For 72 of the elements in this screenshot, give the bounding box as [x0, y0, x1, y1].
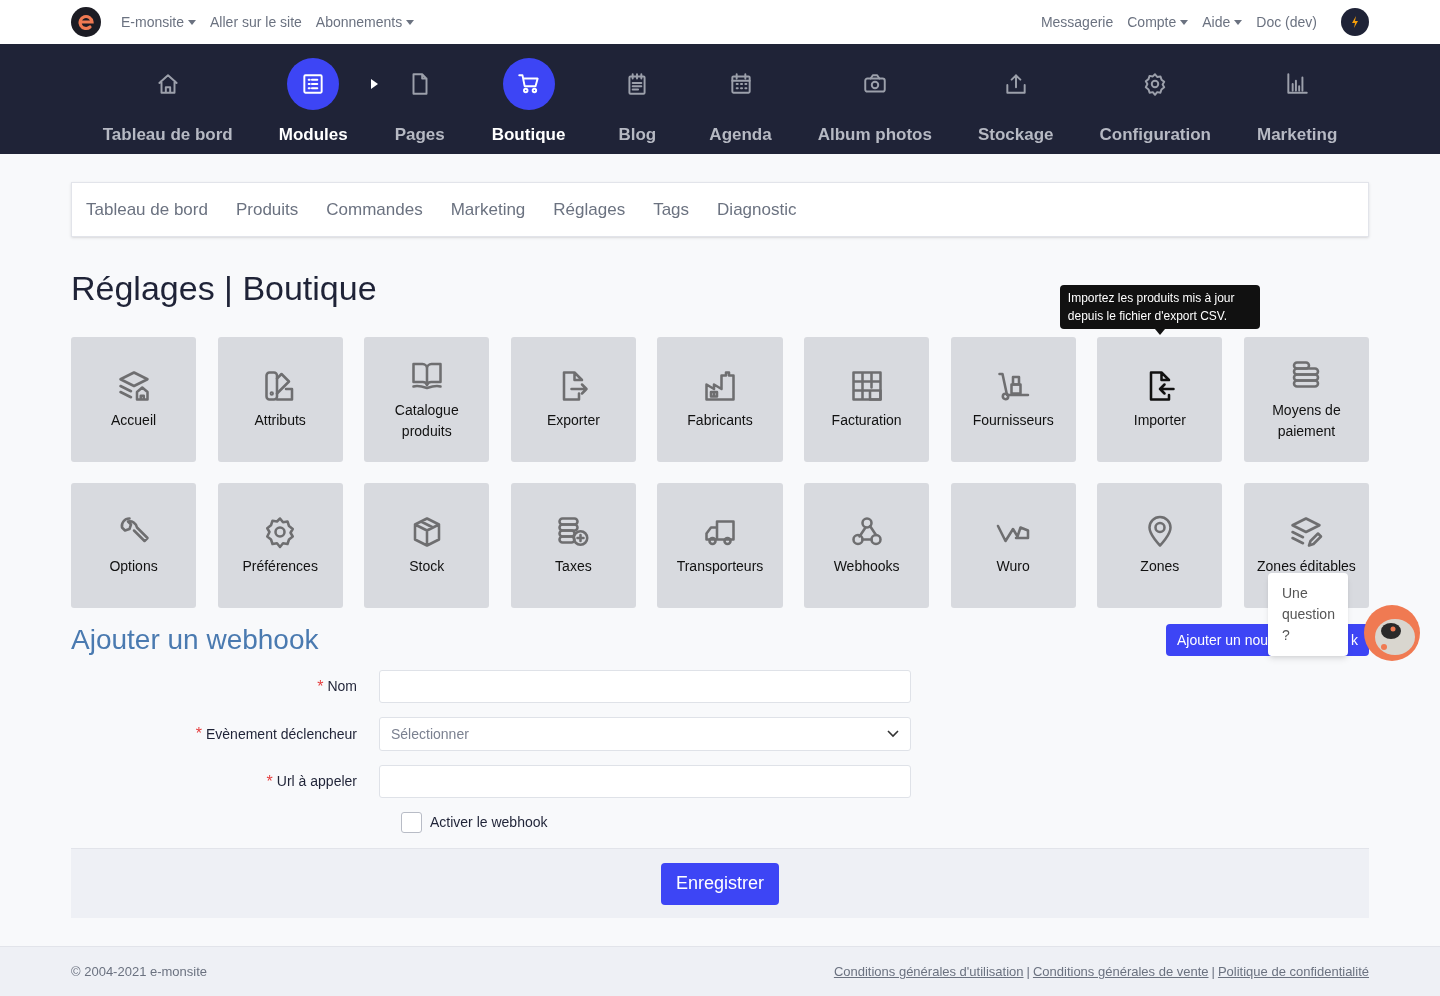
tooltip: Importez les produits mis à jour depuis le fichier d'export CSV.	[1059, 285, 1260, 329]
nav-link[interactable]: Aller sur le site	[210, 11, 302, 33]
field-label: Url à appeler	[276, 772, 357, 791]
chat-tooltip[interactable]: Une question ?	[1268, 573, 1348, 656]
sub-tab[interactable]: Tableau de bord	[86, 196, 208, 223]
checkbox-label: Activer le webhook	[430, 813, 548, 832]
sub-tab[interactable]: Commandes	[326, 196, 423, 223]
nav-link[interactable]: E-monsite	[121, 11, 197, 33]
main-nav-item[interactable]: Album photos	[817, 58, 932, 148]
main-nav-item[interactable]: Tableau de bord	[102, 58, 233, 148]
select-field[interactable]: Sélectionner	[379, 717, 911, 751]
nav-link[interactable]: Messagerie	[1040, 11, 1114, 33]
settings-tile[interactable]: Zones	[1097, 483, 1223, 608]
chevron-down-icon	[887, 730, 899, 738]
main-nav-item[interactable]: Marketing	[1257, 58, 1338, 148]
nav-link[interactable]: Abonnements	[315, 11, 415, 33]
field-label: Evènement déclencheur	[206, 724, 357, 744]
sub-tab[interactable]: Produits	[235, 196, 299, 223]
user-avatar[interactable]	[1341, 8, 1369, 36]
settings-tile[interactable]: Taxes	[510, 483, 636, 608]
required-mark: *	[195, 724, 202, 744]
main-nav-item[interactable]: Configuration	[1099, 58, 1211, 148]
settings-tile[interactable]: Exporter	[510, 337, 636, 462]
layers-pencil-icon	[1288, 514, 1325, 550]
nav-link[interactable]: Compte	[1127, 11, 1189, 33]
footer-link[interactable]: Politique de confidentialité	[1217, 961, 1369, 982]
settings-tile[interactable]: Webhooks	[804, 483, 930, 608]
separator-text: |	[1211, 962, 1215, 981]
main-nav-item[interactable]: Stockage	[977, 58, 1054, 148]
main-nav-item[interactable]: Agenda	[709, 58, 772, 148]
save-button[interactable]: Enregistrer	[661, 862, 779, 905]
settings-tile[interactable]: Wuro	[950, 483, 1076, 608]
settings-tile[interactable]: Transporteurs	[657, 483, 783, 608]
settings-tile[interactable]: Attributs	[217, 337, 343, 462]
main-nav-item[interactable]: Modules	[278, 58, 348, 148]
required-mark: *	[266, 771, 273, 792]
settings-tile[interactable]: Accueil	[71, 337, 197, 462]
copyright-text: © 2004-2021 e-monsite	[71, 962, 208, 981]
settings-tile[interactable]: Préférences	[217, 483, 343, 608]
main-nav-item[interactable]: Boutique	[491, 58, 566, 148]
sub-tab[interactable]: Réglages	[553, 196, 626, 223]
settings-tile[interactable]: Fabricants	[657, 337, 783, 462]
bar-chart-icon	[1284, 71, 1311, 97]
text-field[interactable]	[379, 765, 911, 798]
factory-icon	[702, 368, 738, 404]
settings-tile[interactable]: Stock	[364, 483, 490, 608]
page-title: Réglages | Boutique	[71, 268, 377, 309]
logo-icon[interactable]	[71, 7, 101, 37]
settings-tile[interactable]: Facturation	[804, 337, 930, 462]
footer-link[interactable]: Conditions générales de vente	[1032, 961, 1209, 982]
settings-tile[interactable]: Moyens de paiement	[1243, 337, 1369, 462]
settings-tile[interactable]: Importer	[1097, 337, 1223, 462]
text-field[interactable]	[379, 670, 911, 703]
separator-text: |	[1026, 962, 1030, 981]
breadcrumb-arrow-icon	[370, 79, 378, 89]
checkbox[interactable]	[401, 812, 422, 833]
section-title: Ajouter un webhook	[71, 623, 319, 657]
nav-link[interactable]: Doc (dev)	[1256, 11, 1317, 33]
sub-tab[interactable]: Marketing	[450, 196, 526, 223]
sub-tab[interactable]: Diagnostic	[717, 196, 797, 223]
settings-tile[interactable]: Fournisseurs	[950, 337, 1076, 462]
main-nav-item[interactable]: Blog	[611, 58, 664, 148]
tooltip-pointer-icon	[1154, 329, 1165, 335]
nav-link[interactable]: Aide	[1202, 11, 1243, 33]
required-mark: *	[317, 676, 324, 697]
main-nav-item[interactable]: Pages	[393, 58, 446, 148]
footer-link[interactable]: Conditions générales d'utilisation	[833, 961, 1024, 982]
sub-tab[interactable]: Tags	[653, 196, 690, 223]
settings-tile[interactable]: Catalogue produits	[364, 337, 490, 462]
field-label: Nom	[327, 677, 357, 696]
settings-tile[interactable]: Options	[71, 483, 197, 608]
chat-avatar[interactable]	[1364, 605, 1420, 661]
